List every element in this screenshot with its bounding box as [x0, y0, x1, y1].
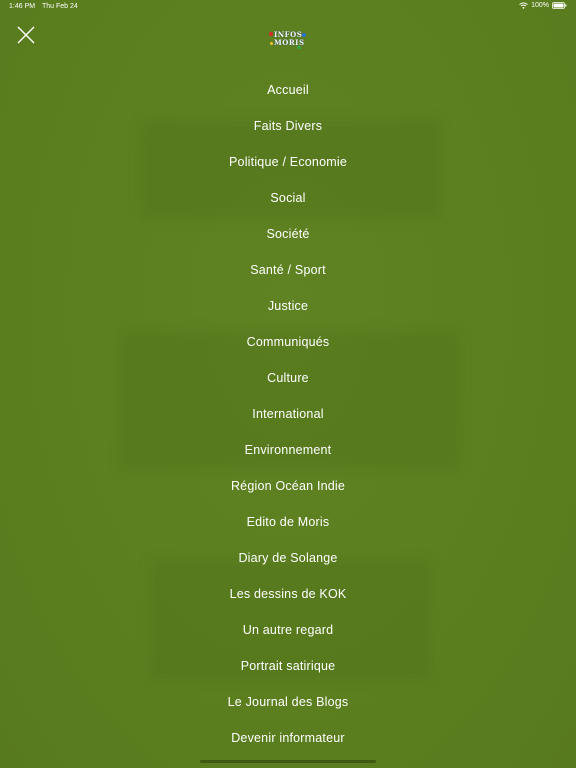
- menu-item-edito-de-moris[interactable]: Edito de Moris: [0, 504, 576, 540]
- menu-item-international[interactable]: International: [0, 396, 576, 432]
- home-indicator[interactable]: [200, 760, 376, 763]
- logo-dot: [302, 33, 306, 37]
- menu-item-dessins-de-kok[interactable]: Les dessins de KOK: [0, 576, 576, 612]
- wifi-icon: [519, 2, 528, 9]
- status-time: 1:46 PM: [9, 3, 36, 10]
- menu-item-societe[interactable]: Société: [0, 216, 576, 252]
- close-button[interactable]: [15, 24, 37, 46]
- logo-dot: [269, 32, 273, 36]
- menu-screen: 1:46 PM Thu Feb 24 100% INFOS MORIS Accu…: [0, 0, 576, 768]
- menu-item-devenir-informateur[interactable]: Devenir informateur: [0, 720, 576, 756]
- close-icon: [15, 26, 37, 50]
- menu-item-accueil[interactable]: Accueil: [0, 72, 576, 108]
- status-date: Thu Feb 24: [42, 3, 78, 10]
- battery-icon: [552, 2, 567, 9]
- menu-item-social[interactable]: Social: [0, 180, 576, 216]
- menu-item-region-ocean-indien[interactable]: Région Océan Indie: [0, 468, 576, 504]
- logo-text-bottom: MORIS: [274, 38, 305, 47]
- status-indicators: 100%: [519, 2, 567, 9]
- app-logo[interactable]: INFOS MORIS: [266, 29, 312, 53]
- status-bar: 1:46 PM Thu Feb 24 100%: [0, 0, 576, 14]
- menu-item-environnement[interactable]: Environnement: [0, 432, 576, 468]
- menu-item-politique-economie[interactable]: Politique / Economie: [0, 144, 576, 180]
- menu-item-portrait-satirique[interactable]: Portrait satirique: [0, 648, 576, 684]
- menu-item-communiques[interactable]: Communiqués: [0, 324, 576, 360]
- menu-item-faits-divers[interactable]: Faits Divers: [0, 108, 576, 144]
- navigation-menu: Accueil Faits Divers Politique / Economi…: [0, 72, 576, 756]
- menu-item-justice[interactable]: Justice: [0, 288, 576, 324]
- menu-item-sante-sport[interactable]: Santé / Sport: [0, 252, 576, 288]
- menu-item-diary-de-solange[interactable]: Diary de Solange: [0, 540, 576, 576]
- battery-percentage: 100%: [531, 2, 549, 9]
- menu-item-un-autre-regard[interactable]: Un autre regard: [0, 612, 576, 648]
- menu-item-journal-des-blogs[interactable]: Le Journal des Blogs: [0, 684, 576, 720]
- menu-item-culture[interactable]: Culture: [0, 360, 576, 396]
- logo-dot: [270, 42, 273, 45]
